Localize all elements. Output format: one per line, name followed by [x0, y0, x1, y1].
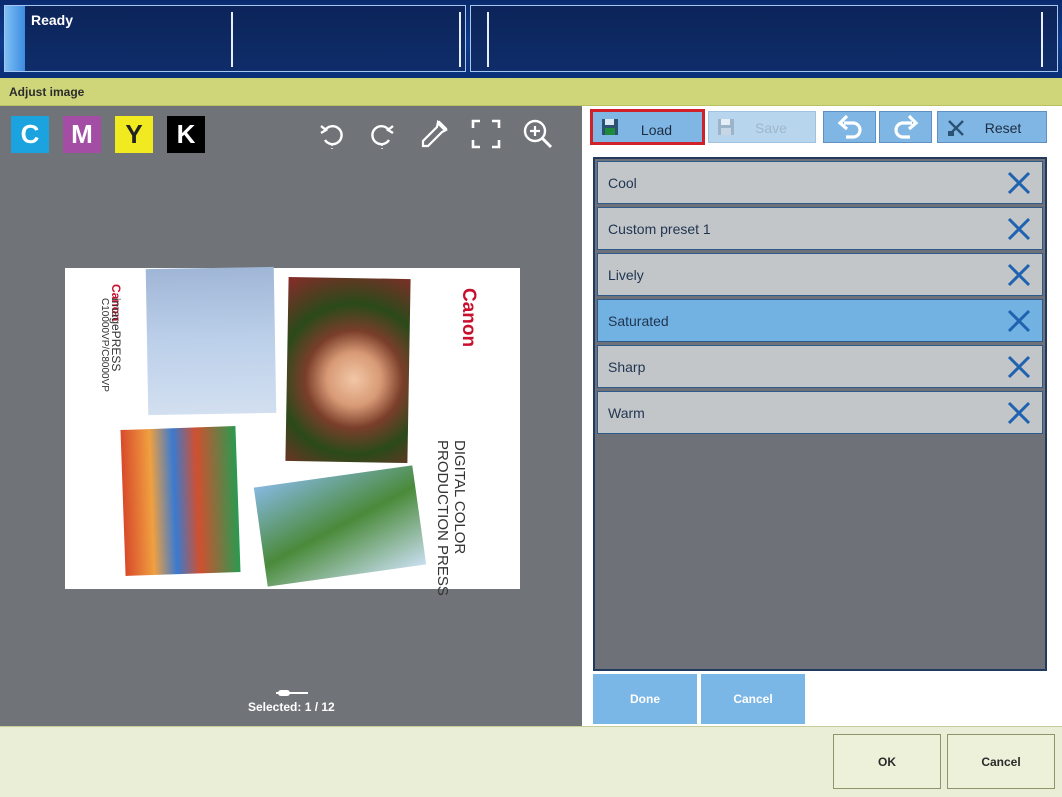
preset-item-saturated[interactable]: Saturated	[597, 299, 1043, 342]
status-bar: Ready	[0, 0, 1062, 78]
preset-name: Custom preset 1	[608, 221, 711, 237]
delete-preset-icon[interactable]	[1006, 354, 1032, 380]
preset-item-warm[interactable]: Warm	[597, 391, 1043, 434]
undo-icon	[837, 114, 862, 139]
rotate-right-icon[interactable]	[366, 118, 398, 150]
channel-yellow-button[interactable]: Y	[115, 116, 153, 153]
preset-item-lively[interactable]: Lively	[597, 253, 1043, 296]
page-slider[interactable]	[276, 690, 308, 696]
document-preview[interactable]: Canon Canon imagePRESS C10000VP/C8000VP …	[65, 266, 520, 596]
save-label: Save	[755, 120, 787, 136]
preset-list[interactable]: Cool Custom preset 1 Lively Saturated Sh…	[593, 157, 1047, 671]
selection-count: Selected: 1 / 12	[248, 700, 335, 714]
delete-preset-icon[interactable]	[1006, 308, 1032, 334]
image-preview-area[interactable]: C M Y K Canon Canon imagePRESS C10000VP/…	[0, 106, 582, 726]
status-divider	[231, 12, 233, 67]
photo-palm-trees	[253, 465, 427, 587]
preset-name: Warm	[608, 405, 645, 421]
fit-to-screen-icon[interactable]	[470, 118, 502, 150]
done-button[interactable]: Done	[593, 674, 697, 724]
delete-preset-icon[interactable]	[1006, 262, 1032, 288]
load-label: Load	[640, 122, 673, 138]
status-panel: Ready	[4, 5, 466, 72]
status-panel-secondary	[470, 5, 1058, 72]
reset-label: Reset	[984, 120, 1022, 136]
preset-item-cool[interactable]: Cool	[597, 161, 1043, 204]
doc-headline-1: DIGITAL COLOR	[451, 440, 468, 555]
rotate-left-icon[interactable]	[316, 118, 348, 150]
window-title-bar: Adjust image	[0, 78, 1062, 106]
load-button[interactable]: Load	[590, 109, 705, 145]
save-button[interactable]: Save	[708, 111, 816, 143]
status-indicator	[5, 6, 25, 71]
redo-button[interactable]	[879, 111, 932, 143]
photo-shirt	[145, 266, 277, 416]
preset-name: Saturated	[608, 313, 669, 329]
channel-cyan-button[interactable]: C	[11, 116, 49, 153]
status-text: Ready	[31, 12, 74, 28]
doc-model: C10000VP/C8000VP	[99, 298, 110, 392]
preset-name: Cool	[608, 175, 637, 191]
dialog-footer: OK Cancel	[0, 726, 1062, 797]
status-divider	[487, 12, 489, 67]
photo-buildings	[120, 426, 241, 576]
eyedropper-icon[interactable]	[418, 118, 450, 150]
reset-button[interactable]: Reset	[937, 111, 1047, 143]
preset-panel: Load Save Reset Cool Custom preset 1 Liv…	[582, 106, 1062, 726]
channel-black-button[interactable]: K	[167, 116, 205, 153]
redo-icon	[894, 114, 919, 139]
preset-name: Sharp	[608, 359, 646, 375]
channel-magenta-button[interactable]: M	[63, 116, 101, 153]
undo-button[interactable]	[823, 111, 876, 143]
cancel-button[interactable]: Cancel	[947, 734, 1055, 789]
panel-cancel-button[interactable]: Cancel	[701, 674, 805, 724]
ok-button[interactable]: OK	[833, 734, 941, 789]
doc-product: imagePRESS	[109, 298, 123, 372]
doc-brand-logo: Canon	[458, 288, 479, 348]
delete-preset-icon[interactable]	[1006, 170, 1032, 196]
preset-name: Lively	[608, 267, 644, 283]
doc-headline-2: PRODUCTION PRESS	[434, 440, 451, 596]
status-divider	[459, 12, 461, 67]
preset-item-sharp[interactable]: Sharp	[597, 345, 1043, 388]
delete-preset-icon[interactable]	[1006, 400, 1032, 426]
delete-preset-icon[interactable]	[1006, 216, 1032, 242]
window-title: Adjust image	[9, 85, 85, 99]
preset-item-custom-preset-1[interactable]: Custom preset 1	[597, 207, 1043, 250]
zoom-in-icon[interactable]	[522, 118, 554, 150]
status-divider	[1041, 12, 1043, 67]
photo-portrait	[285, 276, 411, 464]
